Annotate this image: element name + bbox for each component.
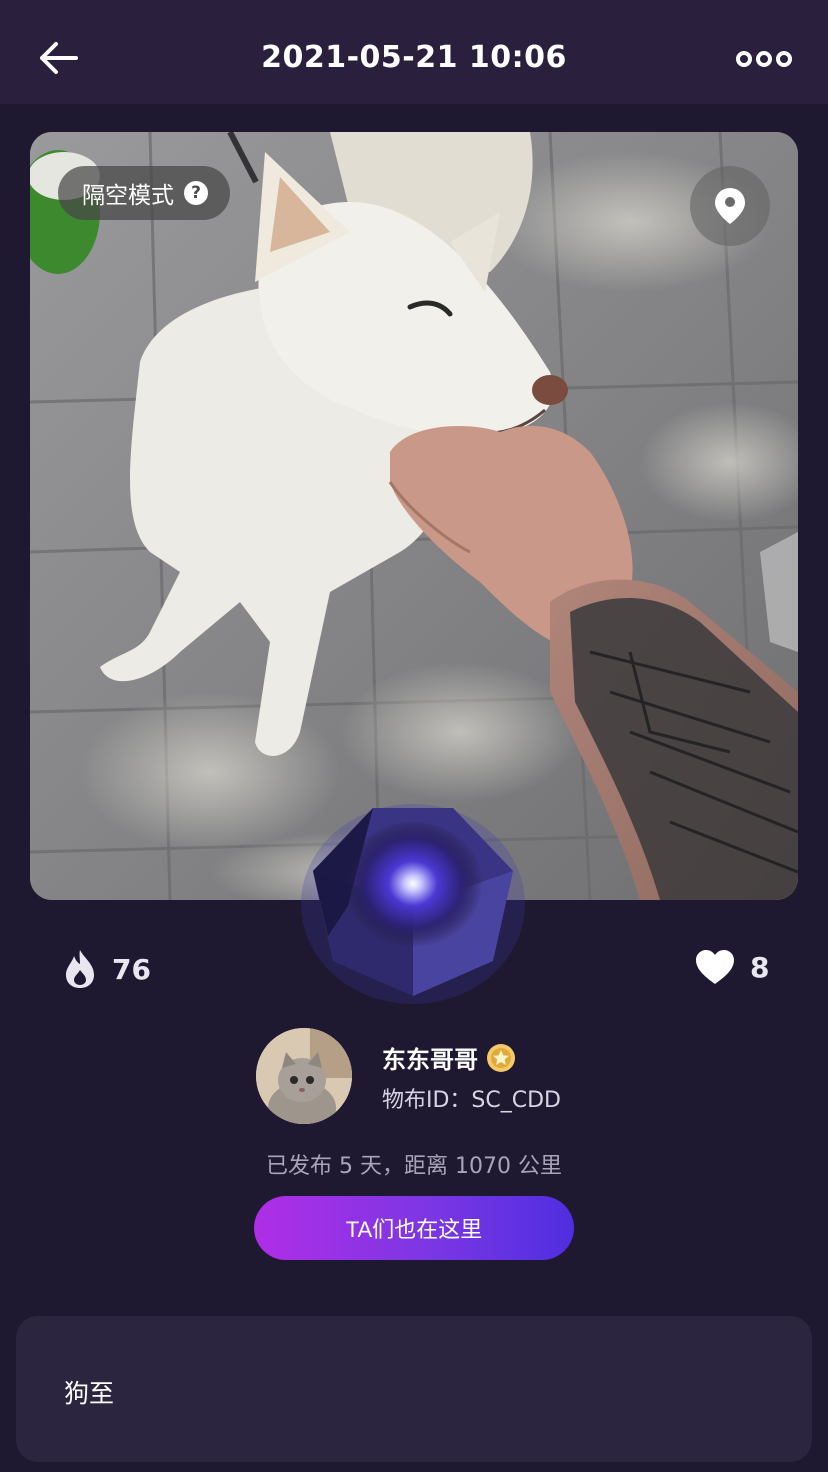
gold-star-badge-icon: [487, 1043, 515, 1072]
flame-icon: [66, 950, 94, 988]
dog-photo-illustration: [30, 132, 798, 900]
heat-stat: 76: [62, 948, 151, 990]
caption-text: 狗至: [64, 1379, 115, 1408]
caption-card: 狗至: [16, 1316, 812, 1462]
app-screen: 2021-05-21 10:06 隔空模式 ? 76 8 东东哥哥 物布ID：S…: [0, 0, 828, 1472]
remote-mode-label: 隔空模式: [82, 183, 174, 209]
more-button[interactable]: [736, 44, 792, 74]
more-dots-icon: [736, 51, 792, 67]
help-icon[interactable]: ?: [184, 181, 208, 205]
post-photo[interactable]: [30, 132, 798, 900]
location-button[interactable]: [690, 166, 770, 246]
glowing-gem-icon[interactable]: [298, 786, 528, 1006]
likes-count: 8: [750, 950, 770, 984]
avatar[interactable]: [256, 1028, 352, 1124]
user-id: 物布ID：SC_CDD: [382, 1088, 561, 1113]
username: 东东哥哥: [382, 1046, 478, 1074]
publish-info: 已发布 5 天，距离 1070 公里: [266, 1154, 562, 1179]
heart-icon: [696, 950, 734, 984]
cat-avatar-image: [256, 1028, 352, 1124]
page-title: 2021-05-21 10:06: [261, 40, 567, 75]
remote-mode-pill[interactable]: 隔空模式 ?: [58, 166, 230, 220]
map-pin-icon: [715, 188, 745, 224]
heat-count: 76: [112, 952, 151, 986]
top-bar: 2021-05-21 10:06: [0, 0, 828, 104]
likes-stat[interactable]: 8: [694, 948, 769, 986]
nearby-users-button[interactable]: TA们也在这里: [254, 1196, 574, 1260]
username-row[interactable]: 东东哥哥: [382, 1040, 516, 1075]
